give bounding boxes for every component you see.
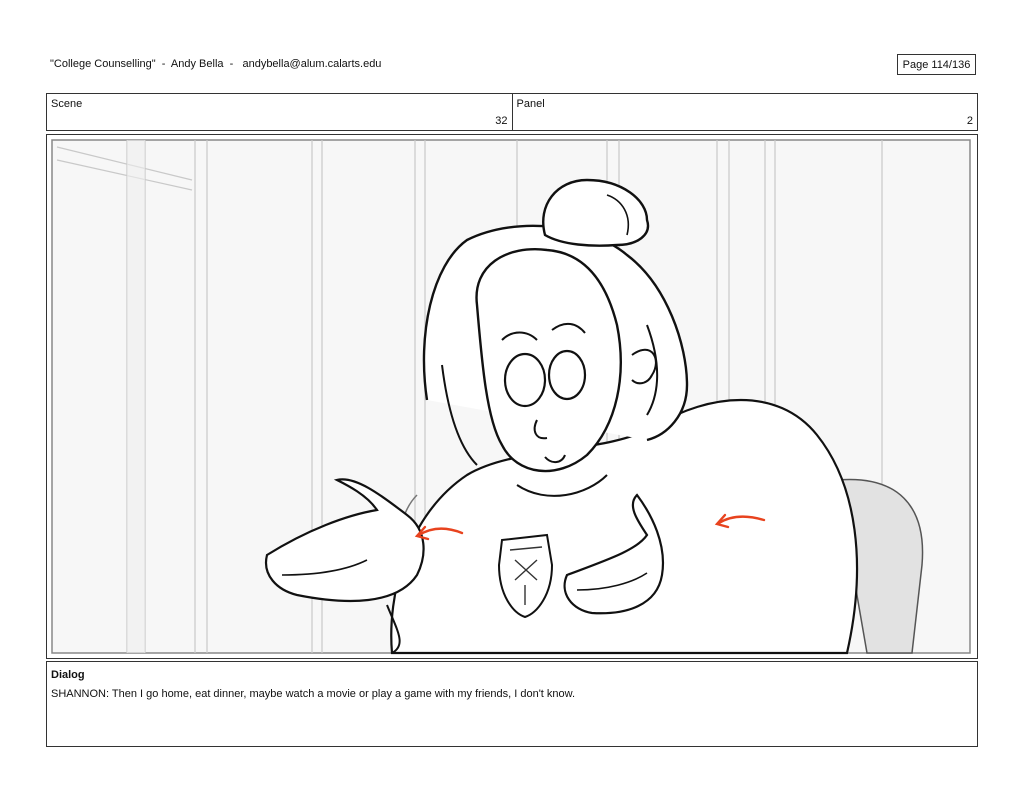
face	[475, 248, 622, 473]
scene-number: 32	[495, 115, 508, 127]
panel-cell: Panel 2	[511, 94, 978, 130]
dialog-text: SHANNON: Then I go home, eat dinner, may…	[51, 688, 576, 700]
page-number-box: Page 114/136	[897, 54, 976, 75]
storyboard-sketch	[51, 139, 971, 655]
document-header: "College Counselling" - Andy Bella - and…	[50, 58, 382, 70]
scene-panel-row: Scene 32 Panel 2	[46, 93, 978, 131]
left-eye	[503, 352, 547, 408]
storyboard-panel	[46, 134, 978, 659]
page-number: Page 114/136	[902, 58, 971, 71]
panel-number: 2	[966, 115, 973, 127]
scene-label: Scene	[51, 98, 83, 110]
dialog-box: Dialog SHANNON: Then I go home, eat dinn…	[46, 661, 978, 747]
right-eye	[547, 349, 587, 401]
panel-label: Panel	[516, 98, 545, 110]
scene-cell: Scene 32	[47, 94, 512, 130]
dialog-label: Dialog	[51, 669, 85, 681]
